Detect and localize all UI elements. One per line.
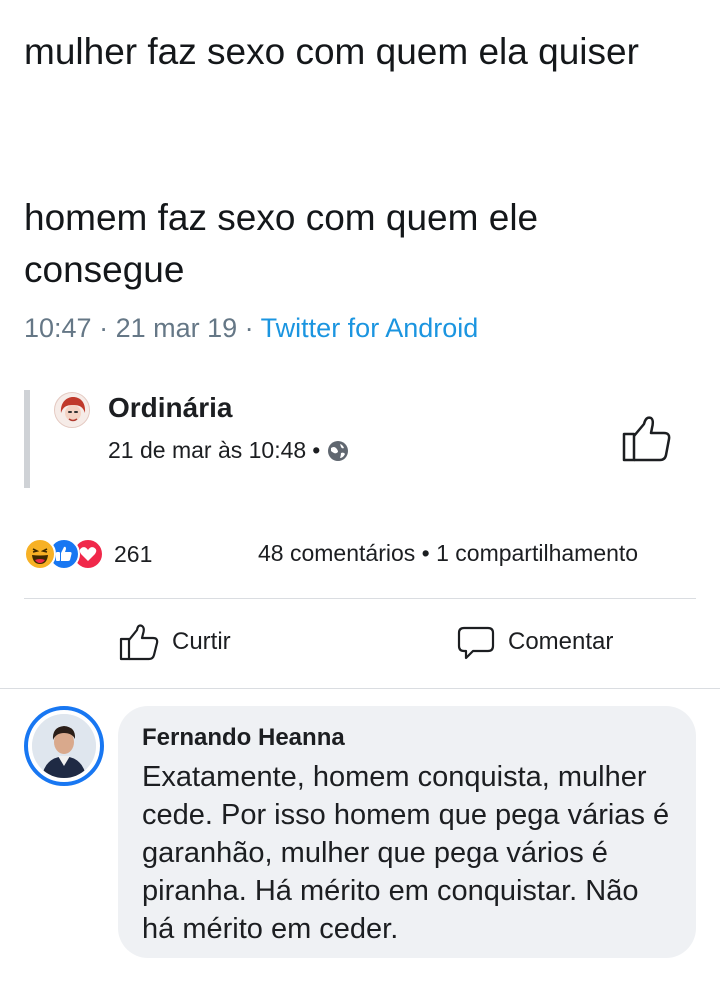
comment-bubble: Fernando Heanna Exatamente, homem conqui… [118, 706, 696, 958]
thumbs-up-icon [119, 624, 159, 661]
tweet-date: 21 mar 19 [115, 313, 238, 343]
engagement-bullet: • [421, 540, 430, 566]
page-name-link[interactable]: Ordinária [108, 392, 232, 424]
tweet-meta: 10:47 · 21 mar 19 · Twitter for Android [24, 313, 478, 344]
divider [24, 598, 696, 599]
comment-text: Exatamente, homem conquista, mulher cede… [142, 761, 670, 945]
post-timestamp[interactable]: 21 de mar às 10:48 [108, 437, 306, 464]
tweet-text-line-2: homem faz sexo com quem ele consegue [24, 197, 539, 290]
comments-count-link[interactable]: 48 comentários [258, 540, 415, 566]
comment-button[interactable]: Comentar [456, 622, 613, 662]
reaction-count: 261 [114, 540, 153, 567]
engagement-summary: 48 comentários • 1 compartilhamento [258, 540, 638, 567]
like-button[interactable]: Curtir [118, 622, 231, 662]
comment-author-link[interactable]: Fernando Heanna [142, 720, 672, 756]
like-button-label: Curtir [172, 628, 231, 655]
like-page-button[interactable] [620, 412, 674, 466]
tweet-time: 10:47 [24, 313, 92, 343]
globe-icon [328, 440, 349, 461]
tweet-meta-separator: · [91, 313, 116, 343]
tweet-text-line-1: mulher faz sexo com quem ela quiser [24, 31, 639, 72]
comment-button-label: Comentar [508, 628, 614, 655]
reactions-summary[interactable]: 261 [24, 538, 152, 570]
tweet-meta-separator: · [237, 313, 261, 343]
page-avatar[interactable] [54, 392, 90, 428]
haha-icon [24, 538, 56, 570]
tweet-source-link[interactable]: Twitter for Android [261, 313, 479, 343]
quote-bar [24, 390, 30, 488]
divider [0, 688, 720, 689]
thumbs-up-icon [622, 416, 671, 462]
commenter-avatar[interactable] [24, 706, 104, 786]
timestamp-dot: • [312, 437, 321, 463]
page-avatar-icon [55, 393, 89, 427]
shares-count-link[interactable]: 1 compartilhamento [436, 540, 638, 566]
comment-icon [457, 626, 495, 660]
post-timestamp-row: 21 de mar às 10:48 • [108, 437, 350, 464]
user-photo-icon [32, 714, 96, 778]
